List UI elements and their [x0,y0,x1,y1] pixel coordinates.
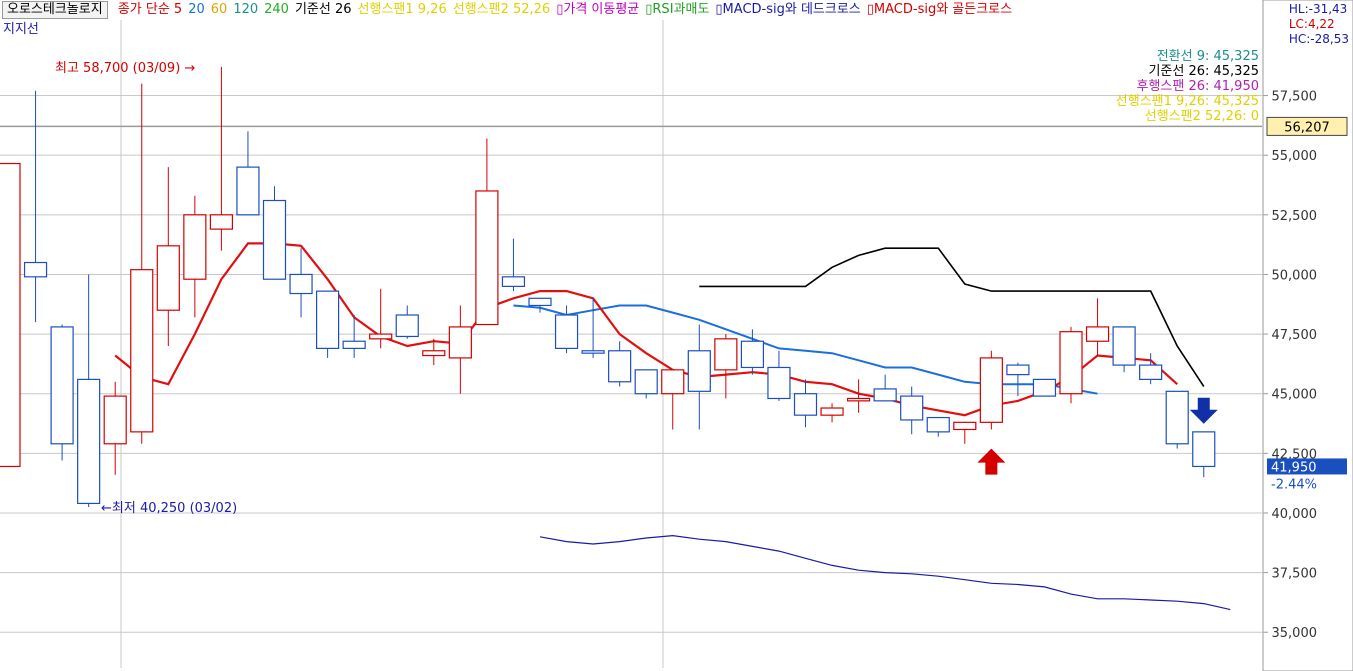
candle [1165,390,1189,449]
candle [262,186,287,280]
candle-body [740,340,765,369]
high-price-label: 최고 58,700 (03/09) → [55,61,195,76]
y-tick-label: 47,500 [1272,328,1318,343]
y-tick-label: 45,000 [1272,388,1318,403]
ichimoku-value-label: 전환선 9: 45,325 [1157,49,1259,64]
indicator-label[interactable]: 기준선 26 [295,0,352,20]
candle-body [926,416,950,433]
candle-body [900,395,924,421]
indicator-label[interactable]: 20 [188,0,205,20]
candle-body [979,357,1003,423]
indicator-label[interactable]: 120 [233,0,258,20]
candle-body [342,340,366,349]
candle-body [1192,431,1216,468]
current-price-label: 41,950 [1271,460,1317,475]
candle-body [528,297,552,307]
candle [50,324,74,461]
indicator-label[interactable]: 종가 단순 5 [118,0,182,20]
candle-body [236,166,260,216]
candle-body [1112,326,1136,366]
candle-body [448,326,472,359]
price-chart: 최고 58,700 (03/09) → ←최저 40,250 (03/02) 전환선… [0,0,1353,671]
candle-body [581,350,605,354]
low-price-label: ←최저 40,250 (03/02) [101,501,237,516]
candle-body [475,190,499,326]
indicator-label[interactable]: 선행스팬2 52,26 [453,0,550,20]
indicator-label[interactable]: ▯RSI과매도 [645,0,709,20]
candle-body [501,276,526,287]
candle-body [369,333,393,340]
candle-body [793,393,818,416]
change-label: -2.44% [1271,477,1317,492]
stats-box: HL:-31,43 LC:4,22 HC:-28,53 [1289,2,1349,47]
stock-name-box[interactable]: 오로스테크놀로지 [2,0,108,19]
stat-value: LC:4,22 [1288,17,1335,31]
candle-body [23,261,48,278]
indicator-label[interactable]: ▯MACD-sig와 데드크로스 [715,0,860,20]
indicator-label[interactable]: 선행스팬1 9,26 [358,0,447,20]
candle-body [1165,390,1189,445]
y-tick-label: 52,500 [1272,209,1318,224]
candle-body [873,388,897,402]
indicator-label[interactable]: ▯MACD-sig와 골든크로스 [867,0,1012,20]
y-tick-label: 40,000 [1272,507,1318,522]
candle-body [846,397,871,402]
candle-body [316,290,340,349]
ichimoku-value-label: 기준선 26: 45,325 [1148,64,1259,79]
y-tick-label: 57,500 [1272,90,1318,105]
candle-body [262,199,287,280]
candle-body [395,314,419,338]
indicator-label[interactable]: 60 [211,0,228,20]
candle-body [608,350,632,383]
candle-body [634,369,658,395]
candle-body [1085,326,1110,342]
candle [1059,326,1083,404]
stat-value: HC:-28,53 [1288,32,1349,46]
candle-body [767,366,791,400]
candle-body [1006,364,1030,376]
candle [1032,378,1057,397]
candle-body [289,273,313,295]
stat-value: HL:-31,43 [1288,2,1348,16]
candle-body [130,269,154,433]
candle-body [209,214,233,230]
candle-body [0,162,21,468]
ichimoku-value-label: 선행스팬1 9,26: 45,325 [1116,93,1259,109]
candle-body [1032,378,1057,397]
indicator-label[interactable]: 240 [264,0,289,20]
indicator-label[interactable]: ▯가격 이동평균 [556,0,639,20]
candle-body [953,421,977,431]
candle-body [661,369,685,395]
y-tick-label: 50,000 [1272,268,1318,283]
ichimoku-value-label: 선행스팬2 52,26: 0 [1145,108,1259,124]
candle-body [183,214,207,280]
candle-body [422,350,446,357]
y-tick-label: 35,000 [1272,626,1318,641]
candle [1112,326,1136,373]
indicator-list: 종가 단순 5 20 60 120 240 기준선 26 선행스팬1 9,26 선행스팬2 5… [112,2,1012,17]
candle [979,350,1003,430]
candle [634,369,658,399]
y-tick-label: 55,000 [1272,149,1318,164]
candle-body [687,350,711,392]
candle-body [1059,331,1083,395]
candle-body [103,395,127,445]
candle [0,162,21,468]
candle-body [714,338,738,371]
candle-body [77,378,101,505]
ichimoku-value-label: 후행스팬 26: 41,950 [1136,78,1259,94]
marker-price-label: 56,207 [1284,120,1330,135]
candle [316,290,340,358]
candle-body [820,407,844,416]
candle-body [156,245,180,311]
candle-body [50,326,74,445]
candle-body [554,314,579,349]
candle-body [1139,364,1163,380]
support-line-label: 지지선 [3,22,39,37]
indicator-bar: 오로스테크놀로지 종가 단순 5 20 60 120 240 기준선 26 선행스팬1 9,… [0,0,1353,20]
y-tick-label: 37,500 [1272,567,1318,582]
